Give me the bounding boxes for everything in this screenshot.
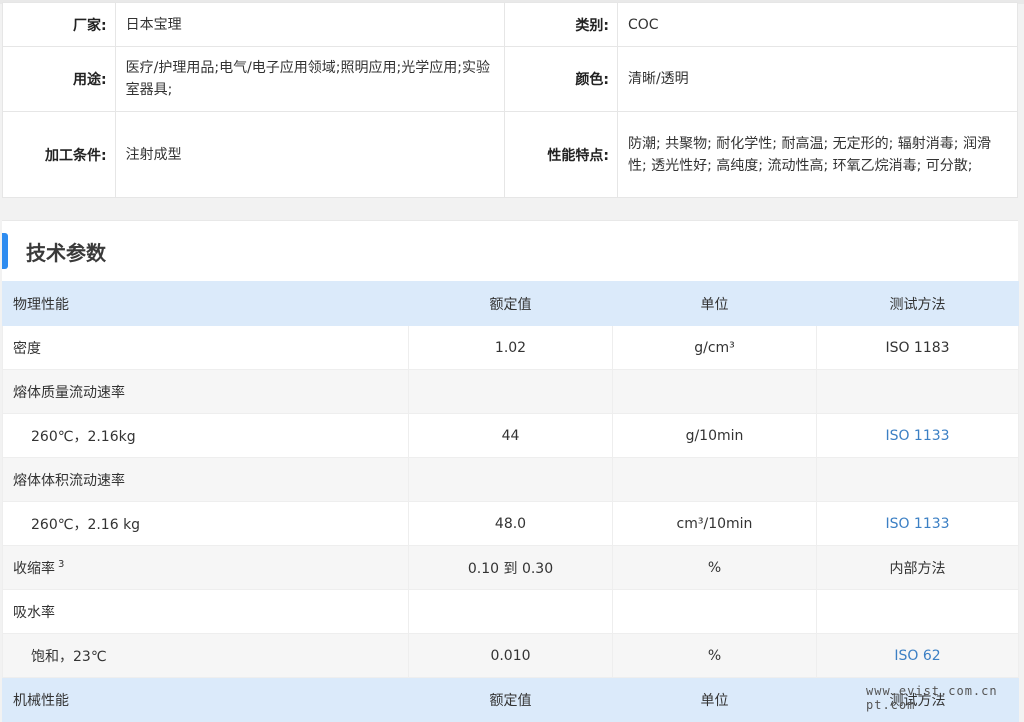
table-row: 260℃，2.16kg 44 g/10min ISO 1133 bbox=[2, 413, 1019, 458]
property-unit bbox=[612, 589, 817, 634]
spec-row-manufacturer: 厂家: 日本宝理 类别: COC bbox=[2, 2, 1019, 47]
test-method-cell: ISO 1133 bbox=[816, 501, 1019, 546]
test-method bbox=[816, 589, 1019, 634]
usage-label: 用途: bbox=[2, 46, 116, 112]
property-value: 0.10 到 0.30 bbox=[408, 545, 613, 590]
property-value: 48.0 bbox=[408, 501, 613, 546]
test-method-link[interactable]: ISO 1133 bbox=[885, 428, 949, 444]
header-test-method: 测试方法 bbox=[816, 281, 1019, 326]
test-method-cell: ISO 1133 bbox=[816, 413, 1019, 458]
property-value: 0.010 bbox=[408, 633, 613, 678]
header-property: 机械性能 bbox=[2, 677, 409, 722]
header-unit: 单位 bbox=[612, 281, 817, 326]
table-row: 熔体体积流动速率 bbox=[2, 457, 1019, 502]
usage-value: 医疗/护理用品;电气/电子应用领域;照明应用;光学应用;实验室器具; bbox=[114, 46, 506, 112]
table-row: 熔体质量流动速率 bbox=[2, 369, 1019, 414]
test-method-link[interactable]: ISO 1133 bbox=[885, 516, 949, 532]
color-value: 清晰/透明 bbox=[616, 46, 1019, 112]
section-header: 技术参数 bbox=[2, 221, 1018, 281]
category-value: COC bbox=[616, 2, 1019, 47]
property-value bbox=[408, 369, 613, 414]
header-property: 物理性能 bbox=[2, 281, 409, 326]
section-accent-bar bbox=[2, 233, 8, 269]
property-name: 260℃，2.16 kg bbox=[2, 501, 409, 546]
property-unit bbox=[612, 457, 817, 502]
spec-row-processing: 加工条件: 注射成型 性能特点: 防潮; 共聚物; 耐化学性; 耐高温; 无定形… bbox=[2, 111, 1019, 198]
spec-row-usage: 用途: 医疗/护理用品;电气/电子应用领域;照明应用;光学应用;实验室器具; 颜… bbox=[2, 46, 1019, 112]
test-method-cell: ISO 62 bbox=[816, 633, 1019, 678]
property-value: 1.02 bbox=[408, 325, 613, 370]
property-name-cell: 收缩率 3 bbox=[2, 545, 409, 590]
property-name: 熔体体积流动速率 bbox=[2, 457, 409, 502]
table-row: 吸水率 bbox=[2, 589, 1019, 634]
property-name: 吸水率 bbox=[2, 589, 409, 634]
tech-params-section: 技术参数 物理性能 额定值 单位 测试方法 密度 1.02 g/cm³ ISO … bbox=[2, 220, 1019, 722]
section-title: 技术参数 bbox=[26, 241, 106, 265]
test-method-link[interactable]: ISO 62 bbox=[894, 648, 940, 664]
test-method: 内部方法 bbox=[816, 545, 1019, 590]
property-name: 熔体质量流动速率 bbox=[2, 369, 409, 414]
table-row: 收缩率 3 0.10 到 0.30 % 内部方法 bbox=[2, 545, 1019, 590]
property-unit bbox=[612, 369, 817, 414]
property-unit: % bbox=[612, 633, 817, 678]
table-row: 饱和，23℃ 0.010 % ISO 62 bbox=[2, 633, 1019, 678]
test-method: ISO 1183 bbox=[816, 325, 1019, 370]
property-unit: g/10min bbox=[612, 413, 817, 458]
property-name: 饱和，23℃ bbox=[2, 633, 409, 678]
manufacturer-value: 日本宝理 bbox=[114, 2, 506, 47]
tech-params-table: 物理性能 额定值 单位 测试方法 密度 1.02 g/cm³ ISO 1183 … bbox=[2, 281, 1019, 722]
table-header-row: 物理性能 额定值 单位 测试方法 bbox=[2, 281, 1019, 326]
test-method bbox=[816, 369, 1019, 414]
header-value: 额定值 bbox=[408, 677, 613, 722]
property-name: 收缩率 bbox=[13, 560, 55, 577]
test-method bbox=[816, 457, 1019, 502]
property-unit: cm³/10min bbox=[612, 501, 817, 546]
property-name: 密度 bbox=[2, 325, 409, 370]
category-label: 类别: bbox=[504, 2, 618, 47]
property-unit: % bbox=[612, 545, 817, 590]
header-value: 额定值 bbox=[408, 281, 613, 326]
table-row: 260℃，2.16 kg 48.0 cm³/10min ISO 1133 bbox=[2, 501, 1019, 546]
property-value bbox=[408, 457, 613, 502]
processing-label: 加工条件: bbox=[2, 111, 116, 198]
property-value: 44 bbox=[408, 413, 613, 458]
header-unit: 单位 bbox=[612, 677, 817, 722]
color-label: 颜色: bbox=[504, 46, 618, 112]
property-unit: g/cm³ bbox=[612, 325, 817, 370]
manufacturer-label: 厂家: bbox=[2, 2, 116, 47]
product-spec-table: 厂家: 日本宝理 类别: COC 用途: 医疗/护理用品;电气/电子应用领域;照… bbox=[2, 2, 1019, 198]
property-name: 260℃，2.16kg bbox=[2, 413, 409, 458]
footnote-marker: 3 bbox=[58, 558, 65, 570]
features-label: 性能特点: bbox=[504, 111, 618, 198]
watermark: www.evist.com.cn pt.com bbox=[866, 684, 998, 712]
property-value bbox=[408, 589, 613, 634]
features-value: 防潮; 共聚物; 耐化学性; 耐高温; 无定形的; 辐射消毒; 润滑性; 透光性… bbox=[616, 111, 1019, 198]
processing-value: 注射成型 bbox=[114, 111, 506, 198]
table-row: 密度 1.02 g/cm³ ISO 1183 bbox=[2, 325, 1019, 370]
